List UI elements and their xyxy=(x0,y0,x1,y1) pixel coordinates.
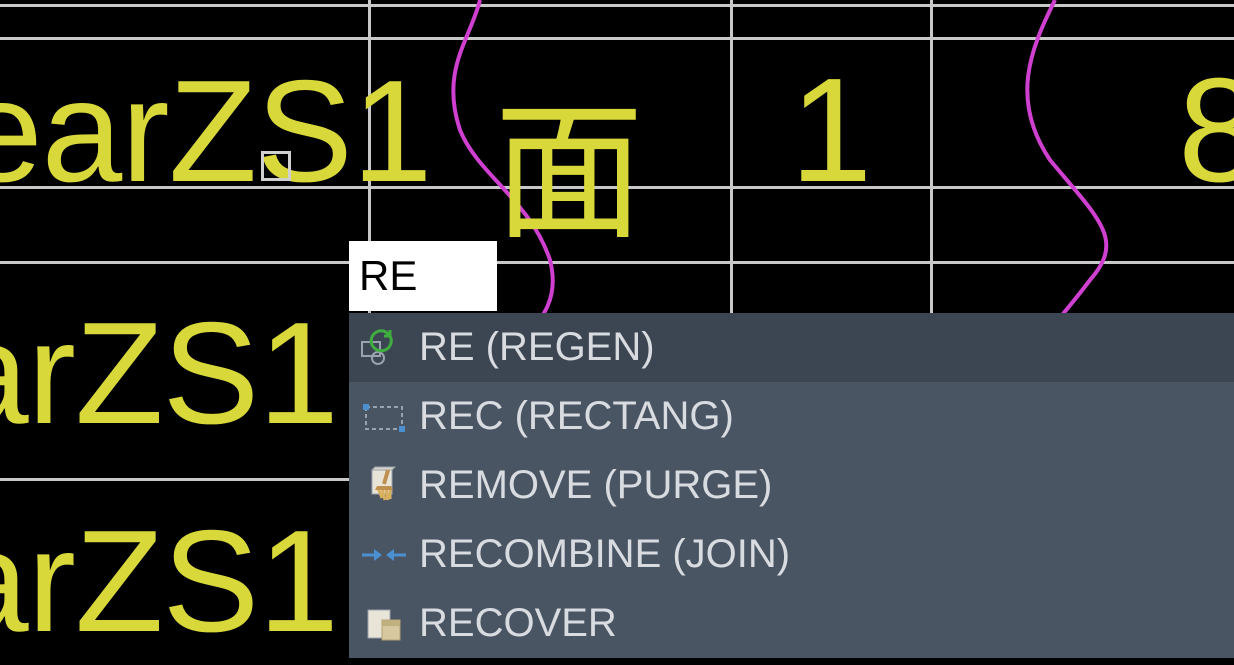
autocomplete-item-regen[interactable]: RE (REGEN) xyxy=(349,313,1234,382)
autocomplete-item-label: REC (RECTANG) xyxy=(419,394,734,439)
autocomplete-item-label: RECOVER xyxy=(419,601,617,646)
drawing-text: arZS1 xyxy=(0,498,338,665)
grid-line xyxy=(0,37,1234,40)
drawing-text: 8 xyxy=(1178,46,1234,216)
command-autocomplete-list: RE (REGEN) REC (RECTANG) xyxy=(349,313,1234,658)
command-input-text: RE xyxy=(359,252,417,300)
purge-broom-icon xyxy=(355,464,413,508)
join-icon xyxy=(355,533,413,577)
crosshair-pickbox xyxy=(261,151,291,181)
autocomplete-item-purge[interactable]: REMOVE (PURGE) xyxy=(349,451,1234,520)
autocomplete-item-recover[interactable]: RECOVER xyxy=(349,589,1234,658)
rectangle-icon xyxy=(355,395,413,439)
grid-line xyxy=(0,4,1234,7)
drawing-canvas[interactable]: earZS1 arZS1 arZS1 面 1 8 RE RE (REGEN) xyxy=(0,0,1234,654)
drawing-text: arZS1 xyxy=(0,290,338,457)
command-input[interactable]: RE xyxy=(349,241,497,311)
autocomplete-item-label: RECOMBINE (JOIN) xyxy=(419,532,790,577)
autocomplete-item-rectang[interactable]: REC (RECTANG) xyxy=(349,382,1234,451)
drawing-text: 面 xyxy=(494,52,643,269)
autocomplete-item-join[interactable]: RECOMBINE (JOIN) xyxy=(349,520,1234,589)
regen-icon xyxy=(355,326,413,370)
recover-icon xyxy=(355,602,413,646)
drawing-text: 1 xyxy=(790,46,871,216)
autocomplete-item-label: REMOVE (PURGE) xyxy=(419,463,772,508)
drawing-text: earZS1 xyxy=(0,48,432,215)
autocomplete-item-label: RE (REGEN) xyxy=(419,325,655,370)
